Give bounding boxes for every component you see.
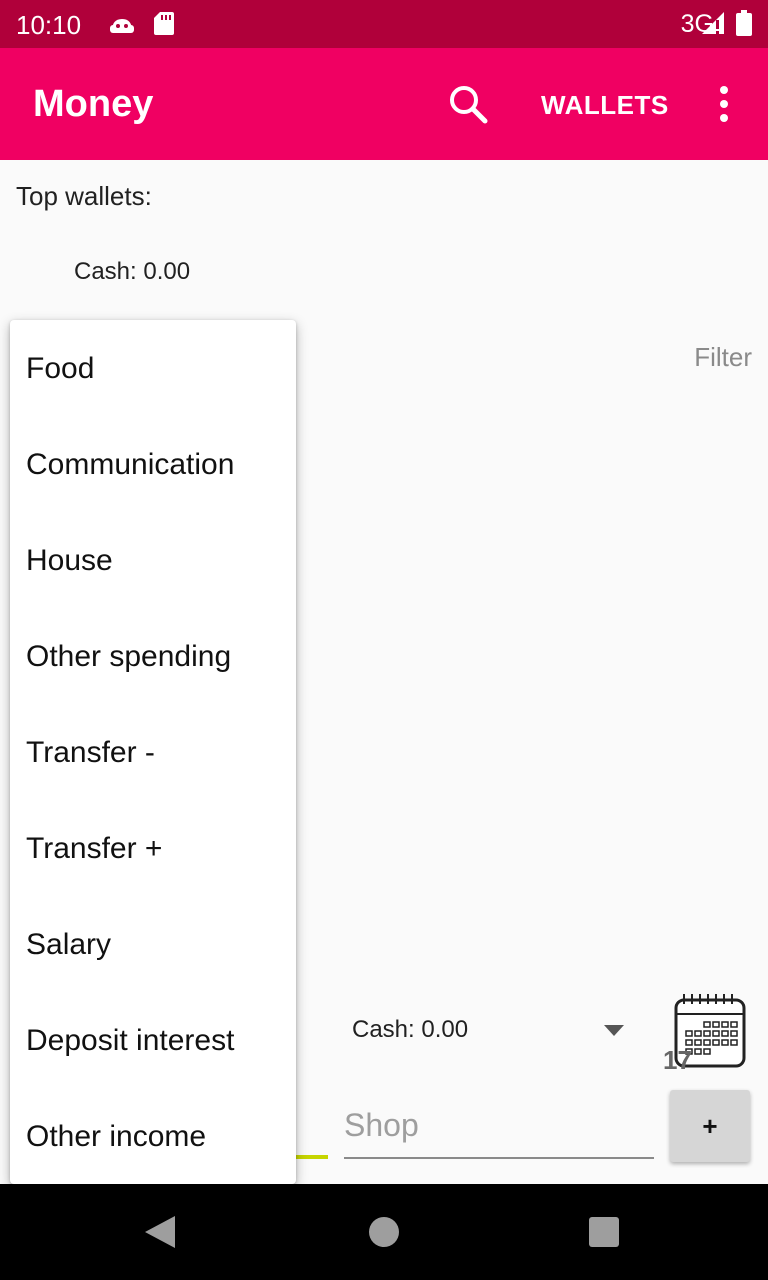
menu-item-other-spending[interactable]: Other spending [10,609,296,705]
add-button[interactable]: + [670,1090,750,1162]
home-icon[interactable] [369,1217,399,1247]
signal-icon [700,10,726,41]
calendar-day: 17 [663,1045,692,1075]
sd-card-icon [154,11,174,40]
category-menu: Food Communication House Other spending … [10,320,296,1184]
battery-icon [736,10,752,41]
top-wallets-label: Top wallets: [16,181,152,211]
more-vert-icon[interactable] [706,82,742,126]
menu-item-deposit-interest[interactable]: Deposit interest [10,993,296,1089]
menu-item-transfer-minus[interactable]: Transfer - [10,705,296,801]
filter-button[interactable]: Filter [694,342,752,373]
chevron-down-icon[interactable] [604,1025,624,1036]
back-icon[interactable] [145,1216,175,1248]
shop-placeholder: Shop [344,1107,419,1143]
wallets-button[interactable]: WALLETS [541,90,669,121]
menu-item-transfer-plus[interactable]: Transfer + [10,801,296,897]
top-wallet-item[interactable]: Cash: 0.00 [74,258,190,286]
menu-item-food[interactable]: Food [10,321,296,417]
menu-item-salary[interactable]: Salary [10,897,296,993]
recents-icon[interactable] [589,1217,619,1247]
search-icon[interactable] [444,80,492,128]
app-bar: Money WALLETS [0,48,768,160]
menu-item-house[interactable]: House [10,513,296,609]
app-title: Money [33,83,154,125]
status-bar: 10:10 3G [0,0,768,48]
amount-field-underline[interactable] [296,1155,328,1159]
menu-item-communication[interactable]: Communication [10,417,296,513]
shop-input[interactable]: Shop [344,1105,654,1159]
menu-item-other-income[interactable]: Other income [10,1089,296,1184]
wallet-select[interactable]: Cash: 0.00 [352,1016,468,1044]
status-time: 10:10 [16,10,82,40]
android-icon [108,11,136,40]
